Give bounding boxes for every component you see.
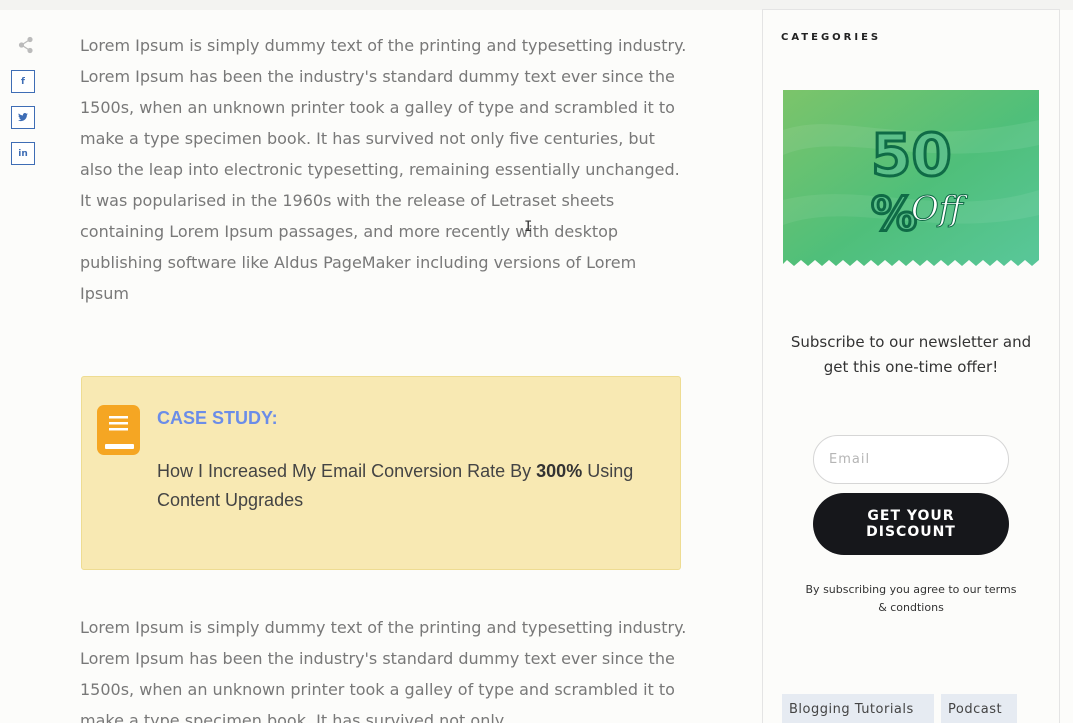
tag-blogging-tutorials[interactable]: Blogging Tutorials — [782, 694, 934, 723]
tag-podcast[interactable]: Podcast — [941, 694, 1017, 723]
email-input[interactable] — [813, 435, 1009, 484]
case-study-highlight: 300% — [536, 461, 583, 481]
linkedin-share-button[interactable]: in — [11, 142, 35, 165]
terms-text: By subscribing you agree to our terms & … — [805, 583, 1017, 614]
categories-title: CATEGORIES — [781, 32, 882, 43]
linkedin-icon: in — [18, 148, 28, 159]
case-study-text-before: How I Increased My Email Conversion Rate… — [157, 461, 537, 481]
promo-off: Off — [911, 189, 968, 229]
twitter-share-button[interactable] — [11, 106, 35, 129]
article-paragraph: Lorem Ipsum is simply dummy text of the … — [80, 36, 687, 303]
text-cursor-icon: I — [524, 219, 533, 235]
cta-line-1: GET YOUR — [867, 508, 955, 524]
cta-line-2: DISCOUNT — [866, 524, 956, 540]
facebook-icon: f — [21, 76, 25, 87]
book-icon — [97, 405, 140, 455]
case-study-callout[interactable]: CASE STUDY: How I Increased My Email Con… — [81, 376, 681, 570]
promo-banner-image[interactable]: 50 % Off — [783, 90, 1039, 272]
share-icon[interactable] — [18, 36, 34, 54]
facebook-share-button[interactable]: f — [11, 70, 35, 93]
article-paragraph: Lorem Ipsum is simply dummy text of the … — [80, 618, 687, 723]
get-discount-button[interactable]: GET YOUR DISCOUNT — [813, 493, 1009, 555]
sidebar: CATEGORIES 50 % Off Subscribe to our new… — [762, 9, 1060, 723]
case-study-title: CASE STUDY: — [157, 408, 278, 428]
twitter-icon — [18, 113, 28, 122]
subscribe-text: Subscribe to our newsletter and get this… — [790, 333, 1032, 376]
case-study-text[interactable]: How I Increased My Email Conversion Rate… — [157, 457, 667, 515]
promo-fifty: 50 — [871, 121, 952, 189]
